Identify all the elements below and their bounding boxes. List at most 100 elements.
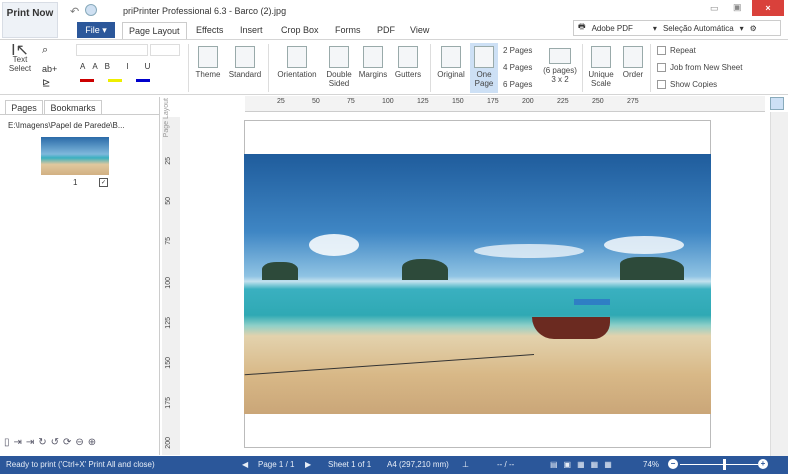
theme-button[interactable]: Theme xyxy=(192,46,224,79)
vertical-scrollbar[interactable] xyxy=(770,112,788,456)
zoom-level: 74% xyxy=(643,460,660,469)
ruler-tick: 25 xyxy=(165,157,172,165)
ribbon: I↖ Text Select ⌕ ab+ ⊵ AAB I U Theme Stan… xyxy=(0,39,788,95)
font-format-icons[interactable]: AAB I U xyxy=(80,62,157,71)
one-page-button[interactable]: One Page xyxy=(470,43,498,93)
margins-button[interactable]: Margins xyxy=(356,46,390,79)
prev-page-button[interactable]: ◀ xyxy=(242,460,248,469)
ruler-tick: 250 xyxy=(592,98,604,105)
ruler-tick: 75 xyxy=(165,237,172,245)
printer-selector[interactable]: 🖶 Adobe PDF ▾ Seleção Automática ▾ ⚙ xyxy=(573,20,781,36)
minimize-button[interactable]: ▭ xyxy=(710,3,719,14)
orientation-button[interactable]: Orientation xyxy=(272,46,322,79)
tab-page-layout[interactable]: Page Layout xyxy=(122,22,187,39)
chart-icon[interactable]: ⊵ xyxy=(42,78,50,89)
gutters-icon xyxy=(398,46,418,68)
print-now-button[interactable]: Print Now xyxy=(2,2,58,38)
next-page-button[interactable]: ▶ xyxy=(305,460,311,469)
zoom-slider-thumb[interactable] xyxy=(722,459,726,470)
grid-pages-button[interactable]: (6 pages) 3 x 2 xyxy=(540,48,580,84)
gear-icon[interactable]: ⚙ xyxy=(750,24,757,33)
ruler-tick: 150 xyxy=(452,98,464,105)
tab-view[interactable]: View xyxy=(404,22,435,39)
font-name-select[interactable] xyxy=(76,44,148,56)
vertical-ruler: 25 50 75 100 125 150 175 200 xyxy=(162,117,180,455)
standard-button[interactable]: Standard xyxy=(226,46,264,79)
two-pages-button[interactable]: 2 Pages xyxy=(503,46,532,55)
ruler-tick: 100 xyxy=(382,98,394,105)
ruler-tick: 125 xyxy=(417,98,429,105)
ruler-tick: 50 xyxy=(165,197,172,205)
font-size-select[interactable] xyxy=(150,44,180,56)
find-next-icon[interactable]: ab+ xyxy=(42,64,57,74)
quick-access-icon[interactable] xyxy=(85,4,97,16)
original-button[interactable]: Original xyxy=(433,46,469,79)
paper-select[interactable]: Seleção Automática xyxy=(663,24,734,33)
undo-icon[interactable]: ↶ xyxy=(70,5,79,18)
font-color-icon[interactable] xyxy=(136,78,150,82)
tab-forms[interactable]: Forms xyxy=(329,22,367,39)
zoom-slider[interactable] xyxy=(680,464,758,465)
tab-effects[interactable]: Effects xyxy=(190,22,229,39)
double-sided-button[interactable]: Double Sided xyxy=(323,46,355,88)
tab-insert[interactable]: Insert xyxy=(234,22,269,39)
tab-pages[interactable]: Pages xyxy=(5,100,43,114)
highlight-color-icon[interactable] xyxy=(80,78,94,82)
zoom-out-button[interactable]: − xyxy=(668,459,678,469)
window-title: priPrinter Professional 6.3 - Barco (2).… xyxy=(123,6,287,16)
refresh-icon[interactable] xyxy=(770,97,784,110)
repeat-checkbox[interactable]: Repeat xyxy=(657,46,696,55)
tab-pdf[interactable]: PDF xyxy=(371,22,401,39)
orientation-icon[interactable]: ⊥ xyxy=(462,460,469,469)
tab-bookmarks[interactable]: Bookmarks xyxy=(44,100,102,114)
ruler-tick: 100 xyxy=(165,277,172,289)
boat xyxy=(532,317,610,339)
ruler-tick: 75 xyxy=(347,98,355,105)
double-sided-icon xyxy=(329,46,349,68)
checkbox xyxy=(657,63,666,72)
label: Gutters xyxy=(394,70,422,79)
maximize-button[interactable]: ▣ xyxy=(733,2,742,13)
theme-icon xyxy=(198,46,218,68)
find-icon[interactable]: ⌕ xyxy=(42,44,48,57)
checkbox xyxy=(657,46,666,55)
four-pages-button[interactable]: 4 Pages xyxy=(503,63,532,72)
tab-file[interactable]: File ▾ xyxy=(77,22,115,38)
one-page-icon xyxy=(474,46,494,68)
page-thumbnail[interactable] xyxy=(41,137,109,175)
ruler-tick: 175 xyxy=(487,98,499,105)
checkmark-icon[interactable]: ✓ xyxy=(99,178,108,187)
view-mode-icons[interactable]: ▤▣▦▦▦ xyxy=(550,460,618,469)
label: Standard xyxy=(228,70,262,79)
text-select-button[interactable]: I↖ Text Select xyxy=(6,43,34,74)
label: Double Sided xyxy=(326,70,352,88)
order-button[interactable]: Order xyxy=(620,46,646,79)
orientation-icon xyxy=(287,46,307,68)
six-pages-button[interactable]: 6 Pages xyxy=(503,80,532,89)
file-path[interactable]: E:\Imagens\Papel de Parede\B... xyxy=(8,121,125,130)
show-copies-checkbox[interactable]: Show Copies xyxy=(657,80,717,89)
ruler-tick: 225 xyxy=(557,98,569,105)
printer-name: Adobe PDF xyxy=(591,23,633,33)
unique-scale-button[interactable]: Unique Scale xyxy=(585,46,617,88)
marker-color-icon[interactable] xyxy=(108,78,122,82)
pages-panel: Pages Bookmarks E:\Imagens\Papel de Pare… xyxy=(0,97,160,455)
sheet-indicator: Sheet 1 of 1 xyxy=(328,460,372,469)
ruler-tick: 175 xyxy=(165,397,172,409)
page-layout-label: Page Layout xyxy=(163,98,170,138)
ruler-tick: 275 xyxy=(627,98,639,105)
tab-crop-box[interactable]: Crop Box xyxy=(275,22,325,39)
page-number: 1 xyxy=(73,178,78,187)
grid-icon xyxy=(549,48,571,64)
zoom-in-button[interactable]: + xyxy=(758,459,768,469)
page-range: -- / -- xyxy=(497,460,515,469)
gutters-button[interactable]: Gutters xyxy=(391,46,425,79)
margins-icon xyxy=(363,46,383,68)
close-button[interactable]: × xyxy=(752,0,784,16)
photo-image xyxy=(244,154,711,414)
job-from-new-sheet-checkbox[interactable]: Job from New Sheet xyxy=(657,63,742,72)
ruler-tick: 200 xyxy=(522,98,534,105)
page-tools-icons[interactable]: ▯⇥⇥↻↺⟳⊖⊕ xyxy=(4,437,100,448)
label: Unique Scale xyxy=(588,70,614,88)
label: (6 pages) 3 x 2 xyxy=(543,66,577,84)
